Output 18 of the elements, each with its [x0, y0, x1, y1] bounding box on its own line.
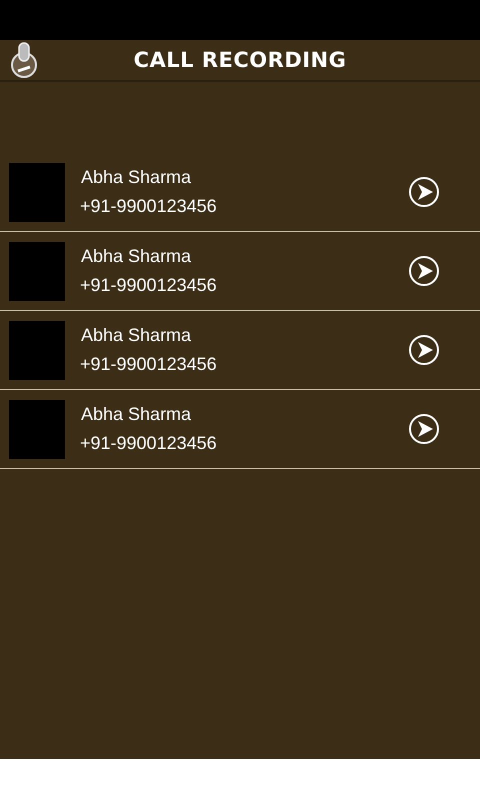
contact-photo: [9, 400, 65, 458]
arrow-button-icon[interactable]: [408, 176, 440, 208]
contact-phone: +91-9900123456: [80, 354, 218, 375]
contact-photo: [9, 162, 65, 222]
contact-name: Abha Sharma: [81, 167, 192, 188]
arrow-button-icon[interactable]: [408, 334, 440, 366]
contact-photo: [9, 242, 65, 300]
arrow-button-icon[interactable]: [408, 255, 440, 287]
contact-name: Abha Sharma: [81, 404, 192, 425]
contact-phone: +91-9900123456: [80, 196, 218, 217]
contact-photo: [9, 320, 65, 380]
app-title: CALL RECORDING: [132, 48, 348, 72]
contact-phone: +91-9900123456: [80, 433, 218, 454]
contact-name: Abha Sharma: [81, 246, 192, 267]
arrow-button-icon[interactable]: [408, 413, 440, 445]
contact-name: Abha Sharma: [81, 325, 192, 346]
contact-phone: +91-9900123456: [80, 275, 218, 296]
microphone-icon: [10, 41, 38, 79]
